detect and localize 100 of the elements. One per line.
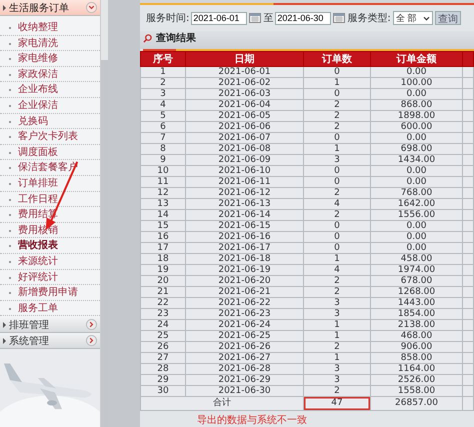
table-cell: 11 — [140, 176, 186, 188]
table-cell: 2 — [304, 188, 370, 198]
table-cell: 12 — [140, 188, 186, 198]
chevron-icon — [422, 16, 430, 21]
table-cell: 0.00 — [370, 176, 462, 188]
table-cell: 17 — [140, 242, 186, 254]
table-cell: 2021-06-24 — [186, 320, 304, 330]
chevron-icon[interactable] — [86, 335, 97, 346]
calendar-icon[interactable] — [249, 13, 262, 24]
table-cell: 1974.00 — [370, 264, 462, 276]
table-cell: 768.00 — [370, 188, 462, 198]
annotation-note: 导出的数据与系统不一致 — [197, 415, 307, 426]
table-cell: 4 — [304, 198, 370, 210]
table-cell: 22 — [140, 298, 186, 308]
table-cell: 25 — [140, 330, 186, 342]
table-cell: 2 — [304, 110, 370, 122]
table-cell: 1854.00 — [370, 308, 462, 320]
table-cell: 1 — [304, 144, 370, 154]
table-cell: 27 — [140, 352, 186, 364]
table-cell: 0 — [304, 166, 370, 176]
chevron-icon[interactable] — [86, 2, 97, 13]
range-separator: 至 — [263, 12, 274, 26]
table-cell: 10 — [140, 166, 186, 176]
table-cell: 2138.00 — [370, 320, 462, 330]
table-cell: 2021-06-06 — [186, 122, 304, 132]
table-cell: 2021-06-10 — [186, 166, 304, 176]
table-cell: 4 — [304, 264, 370, 276]
table-cell: 3 — [304, 364, 370, 374]
menu-section-header[interactable]: 系统管理 — [0, 333, 100, 350]
scrollbar[interactable] — [100, 0, 108, 427]
table-cell: 2021-06-12 — [186, 188, 304, 198]
table-cell: 0 — [304, 176, 370, 188]
table-cell: 2 — [140, 78, 186, 88]
table-cell: 1898.00 — [370, 110, 462, 122]
table-cell: 3 — [304, 308, 370, 320]
table-cell: 468.00 — [370, 330, 462, 342]
table-cell: 18 — [140, 254, 186, 264]
table-cell: 1 — [304, 330, 370, 342]
table-cell: 8 — [140, 144, 186, 154]
table-cell: 6 — [140, 122, 186, 132]
table-cell: 678.00 — [370, 276, 462, 286]
table-cell: 2021-06-13 — [186, 198, 304, 210]
table-cell: 2021-06-27 — [186, 352, 304, 364]
table-cell: 2 — [304, 342, 370, 352]
table-cell: 2 — [304, 286, 370, 298]
date-field[interactable]: 2021-06-01 — [191, 12, 248, 25]
table-cell: 15 — [140, 220, 186, 232]
bullet-icon — [3, 338, 6, 344]
table-cell: 2021-06-08 — [186, 144, 304, 154]
chevron-icon[interactable] — [86, 319, 97, 330]
table-cell: 0.00 — [370, 88, 462, 100]
table-cell: 0.00 — [370, 232, 462, 242]
table-cell: 2021-06-17 — [186, 242, 304, 254]
table-cell: 14 — [140, 210, 186, 220]
table-cell: 3 — [304, 154, 370, 166]
table-cell: 1 — [304, 352, 370, 364]
table-cell: 5 — [140, 110, 186, 122]
table-cell: 0.00 — [370, 220, 462, 232]
column-header: 订单数 — [304, 52, 370, 66]
table-cell: 906.00 — [370, 342, 462, 352]
table-cell: 0.00 — [370, 166, 462, 176]
table-cell: 9 — [140, 154, 186, 166]
type-dropdown[interactable]: 全 部 — [392, 11, 433, 26]
table-cell: 29 — [140, 374, 186, 386]
table-cell: 0.00 — [370, 66, 462, 78]
bullet-icon — [3, 4, 6, 10]
table-cell: 1434.00 — [370, 154, 462, 166]
table-cell: 2021-06-05 — [186, 110, 304, 122]
table-cell: 2021-06-09 — [186, 154, 304, 166]
table-cell: 2 — [304, 276, 370, 286]
table-cell: 16 — [140, 232, 186, 242]
table-cell: 4 — [140, 100, 186, 110]
table-cell: 458.00 — [370, 254, 462, 264]
table-cell: 2021-06-07 — [186, 132, 304, 144]
table-cell: 26857.00 — [370, 396, 462, 410]
date-field[interactable]: 2021-06-30 — [275, 12, 332, 25]
table-cell: 1 — [140, 66, 186, 78]
column-header: 订单金额 — [370, 52, 462, 66]
menu-section-header[interactable]: 排班管理 — [0, 317, 100, 334]
table-cell: 2021-06-20 — [186, 276, 304, 286]
table-cell: 30 — [140, 386, 186, 396]
table-cell: 2021-06-23 — [186, 308, 304, 320]
table-cell: 28 — [140, 364, 186, 374]
table-cell: 19 — [140, 264, 186, 276]
table-cell: 26 — [140, 342, 186, 352]
table-cell: 2021-06-22 — [186, 298, 304, 308]
table-cell: 1164.00 — [370, 364, 462, 374]
table-cell: 21 — [140, 286, 186, 298]
table-cell: 2 — [304, 210, 370, 220]
table-cell: 2021-06-30 — [186, 386, 304, 396]
search-button[interactable]: 查询 — [434, 11, 461, 26]
table-cell: 2021-06-21 — [186, 286, 304, 298]
table-cell: 0.00 — [370, 132, 462, 144]
section-title: 查询结果 — [156, 32, 196, 45]
table-cell: 2021-06-14 — [186, 210, 304, 220]
menu-section-header[interactable]: 生活服务订单 — [0, 0, 100, 16]
total-label: 合计 — [140, 396, 304, 410]
table-cell: 2021-06-29 — [186, 374, 304, 386]
calendar-icon[interactable] — [333, 13, 346, 24]
field-label: 服务时间: — [146, 12, 190, 26]
